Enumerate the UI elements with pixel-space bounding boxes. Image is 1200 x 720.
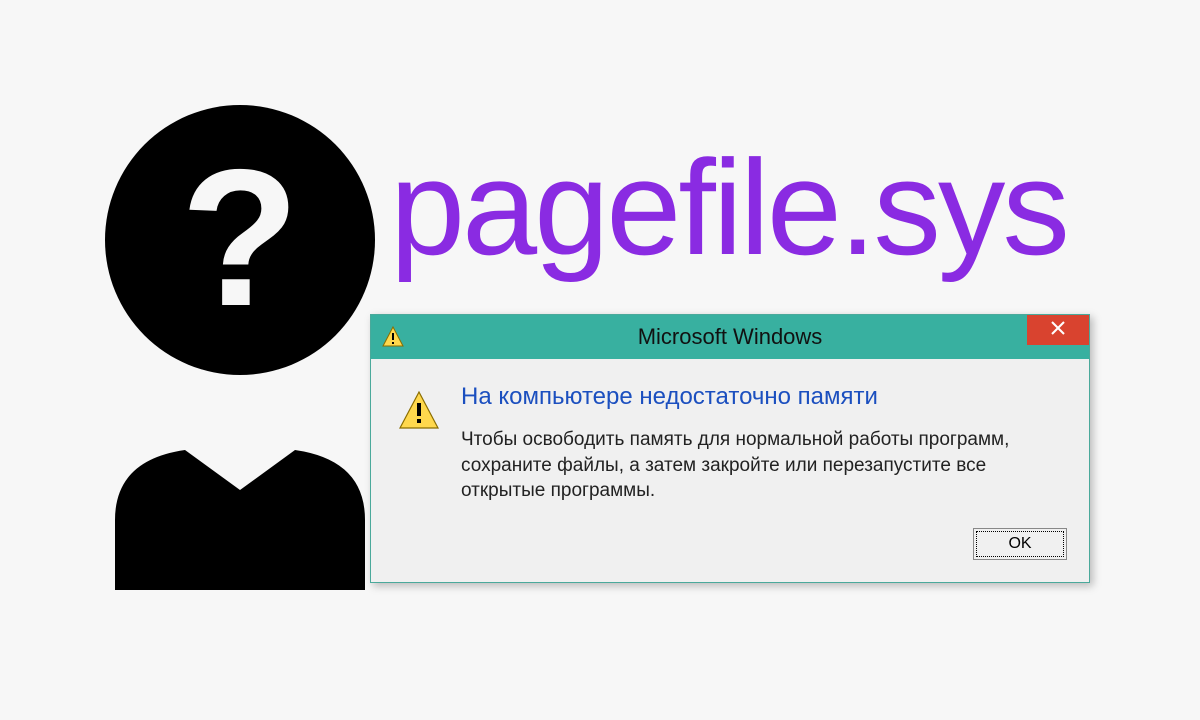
ok-button[interactable]: OK: [973, 528, 1067, 560]
dialog-heading: На компьютере недостаточно памяти: [461, 383, 1063, 411]
question-person-icon: ?: [100, 90, 380, 590]
warning-dialog: Microsoft Windows На компьютере недостат…: [370, 314, 1090, 583]
warning-triangle-icon: [381, 325, 405, 349]
dialog-message: Чтобы освободить память для нормальной р…: [461, 427, 1063, 504]
close-icon: [1051, 321, 1065, 340]
dialog-title: Microsoft Windows: [638, 324, 823, 350]
svg-text:?: ?: [180, 129, 299, 347]
dialog-footer: OK: [371, 518, 1089, 582]
page-headline: pagefile.sys: [390, 130, 1067, 285]
warning-triangle-icon: [397, 389, 441, 433]
dialog-body: На компьютере недостаточно памяти Чтобы …: [371, 359, 1089, 518]
close-button[interactable]: [1027, 315, 1089, 345]
dialog-titlebar[interactable]: Microsoft Windows: [371, 315, 1089, 359]
